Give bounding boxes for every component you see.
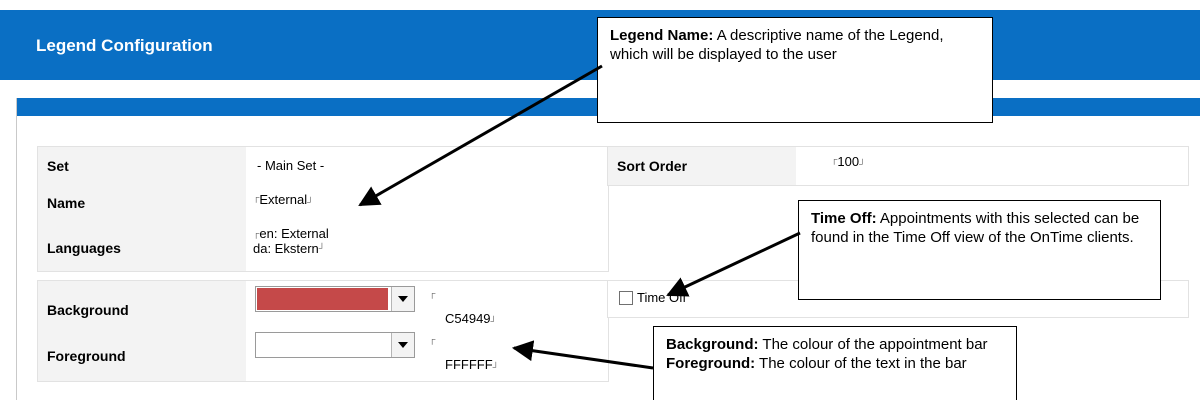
colours-arrow (511, 340, 654, 370)
time-off-arrow (666, 231, 801, 297)
legend-name-arrow (358, 64, 603, 207)
callout-arrows (358, 64, 801, 370)
